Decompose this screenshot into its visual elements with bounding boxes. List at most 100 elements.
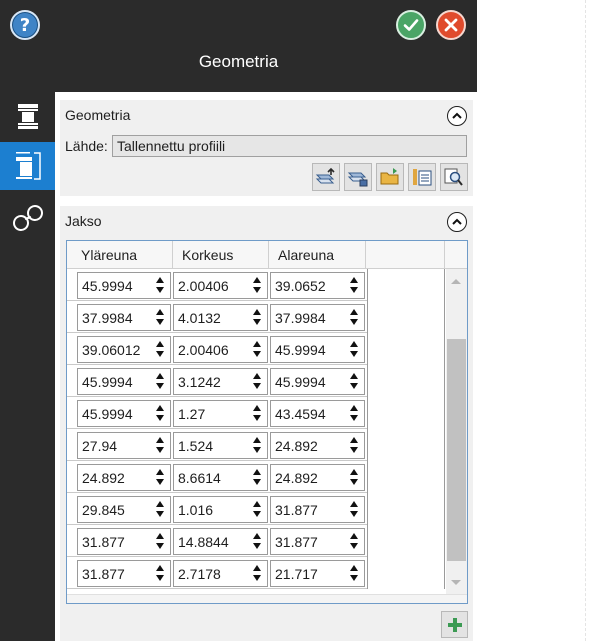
height-cell[interactable]: 3.1242 <box>173 368 268 395</box>
top-edge-cell[interactable]: 45.9994 <box>77 272 171 299</box>
spinner-arrows-icon[interactable] <box>350 501 359 519</box>
height-cell[interactable]: 1.524 <box>173 432 268 459</box>
top-edge-cell[interactable]: 31.877 <box>77 560 171 587</box>
cell-value: 45.9994 <box>82 374 133 390</box>
cell-value: 2.00406 <box>178 278 229 294</box>
spinner-arrows-icon[interactable] <box>350 277 359 295</box>
top-edge-cell[interactable]: 27.94 <box>77 432 171 459</box>
spinner-arrows-icon[interactable] <box>253 373 262 391</box>
spinner-arrows-icon[interactable] <box>156 405 165 423</box>
bottom-edge-cell[interactable]: 24.892 <box>270 432 365 459</box>
cell-value: 1.016 <box>178 502 214 518</box>
empty-cell <box>367 333 445 365</box>
spinner-arrows-icon[interactable] <box>253 469 262 487</box>
preview-search-icon <box>444 168 463 186</box>
open-folder-button[interactable] <box>376 163 404 191</box>
nav-item-column[interactable] <box>0 92 55 140</box>
column-header-top[interactable]: Yläreuna <box>67 241 173 269</box>
spinner-arrows-icon[interactable] <box>253 533 262 551</box>
bottom-edge-cell[interactable]: 31.877 <box>270 528 365 555</box>
bottom-edge-cell[interactable]: 31.877 <box>270 496 365 523</box>
table-row: 24.892 8.6614 24.892 <box>67 461 445 493</box>
load-profile-button[interactable] <box>344 163 372 191</box>
help-button[interactable]: ? <box>10 10 40 40</box>
spinner-arrows-icon[interactable] <box>350 309 359 327</box>
height-cell[interactable]: 14.8844 <box>173 528 268 555</box>
cell-value: 43.4594 <box>275 406 326 422</box>
spinner-arrows-icon[interactable] <box>350 565 359 583</box>
spinner-arrows-icon[interactable] <box>156 565 165 583</box>
bottom-edge-cell[interactable]: 45.9994 <box>270 336 365 363</box>
spinner-arrows-icon[interactable] <box>350 373 359 391</box>
height-cell[interactable]: 4.0132 <box>173 304 268 331</box>
bottom-edge-cell[interactable]: 39.0652 <box>270 272 365 299</box>
spinner-arrows-icon[interactable] <box>253 565 262 583</box>
spinner-arrows-icon[interactable] <box>350 341 359 359</box>
nav-item-geometry[interactable] <box>0 142 55 190</box>
nav-item-connections[interactable] <box>0 194 55 242</box>
top-edge-cell[interactable]: 31.877 <box>77 528 171 555</box>
section-collapse-button[interactable] <box>447 212 467 232</box>
spinner-arrows-icon[interactable] <box>253 341 262 359</box>
vertical-scrollbar[interactable] <box>446 269 467 594</box>
spinner-arrows-icon[interactable] <box>350 437 359 455</box>
height-cell[interactable]: 2.00406 <box>173 336 268 363</box>
cell-value: 37.9984 <box>275 310 326 326</box>
top-edge-cell[interactable]: 29.845 <box>77 496 171 523</box>
bottom-edge-cell[interactable]: 21.717 <box>270 560 365 587</box>
cell-value: 8.6614 <box>178 470 221 486</box>
spinner-arrows-icon[interactable] <box>253 437 262 455</box>
spinner-arrows-icon[interactable] <box>156 533 165 551</box>
scroll-down-arrow[interactable] <box>451 580 461 585</box>
top-edge-cell[interactable]: 45.9994 <box>77 400 171 427</box>
source-label: Lähde: <box>65 138 108 154</box>
spinner-arrows-icon[interactable] <box>156 309 165 327</box>
preview-search-button[interactable] <box>440 163 468 191</box>
spinner-arrows-icon[interactable] <box>156 469 165 487</box>
spinner-arrows-icon[interactable] <box>156 341 165 359</box>
table-properties-button[interactable] <box>408 163 436 191</box>
bottom-edge-cell[interactable]: 24.892 <box>270 464 365 491</box>
scroll-thumb[interactable] <box>447 339 466 561</box>
spinner-arrows-icon[interactable] <box>350 405 359 423</box>
height-cell[interactable]: 2.00406 <box>173 272 268 299</box>
source-field[interactable]: Tallennettu profiili <box>112 135 467 157</box>
bottom-edge-cell[interactable]: 43.4594 <box>270 400 365 427</box>
spinner-arrows-icon[interactable] <box>253 277 262 295</box>
cell-value: 3.1242 <box>178 374 221 390</box>
cancel-button[interactable] <box>436 10 466 40</box>
height-cell[interactable]: 2.7178 <box>173 560 268 587</box>
top-edge-cell[interactable]: 45.9994 <box>77 368 171 395</box>
column-header-bottom[interactable]: Alareuna <box>269 241 366 269</box>
height-cell[interactable]: 8.6614 <box>173 464 268 491</box>
height-cell[interactable]: 1.27 <box>173 400 268 427</box>
top-edge-cell[interactable]: 37.9984 <box>77 304 171 331</box>
cell-value: 39.0652 <box>275 278 326 294</box>
bottom-edge-cell[interactable]: 37.9984 <box>270 304 365 331</box>
spinner-arrows-icon[interactable] <box>350 469 359 487</box>
save-profile-button[interactable] <box>312 163 340 191</box>
bottom-edge-cell[interactable]: 45.9994 <box>270 368 365 395</box>
column-icon <box>17 104 38 129</box>
top-edge-cell[interactable]: 39.06012 <box>77 336 171 363</box>
spinner-arrows-icon[interactable] <box>350 533 359 551</box>
horizontal-scrollbar[interactable] <box>67 594 467 603</box>
height-cell[interactable]: 1.016 <box>173 496 268 523</box>
geometry-collapse-button[interactable] <box>447 106 467 126</box>
side-navigation <box>0 92 55 641</box>
add-row-button[interactable] <box>441 611 468 638</box>
section-profile-icon <box>15 152 41 180</box>
spinner-arrows-icon[interactable] <box>253 309 262 327</box>
spinner-arrows-icon[interactable] <box>156 277 165 295</box>
spinner-arrows-icon[interactable] <box>156 373 165 391</box>
table-properties-icon <box>413 169 432 186</box>
spinner-arrows-icon[interactable] <box>253 501 262 519</box>
scroll-up-arrow[interactable] <box>451 279 461 284</box>
cell-value: 37.9984 <box>82 310 133 326</box>
spinner-arrows-icon[interactable] <box>156 501 165 519</box>
spinner-arrows-icon[interactable] <box>156 437 165 455</box>
ok-button[interactable] <box>396 10 426 40</box>
column-header-height[interactable]: Korkeus <box>173 241 269 269</box>
top-edge-cell[interactable]: 24.892 <box>77 464 171 491</box>
spinner-arrows-icon[interactable] <box>253 405 262 423</box>
